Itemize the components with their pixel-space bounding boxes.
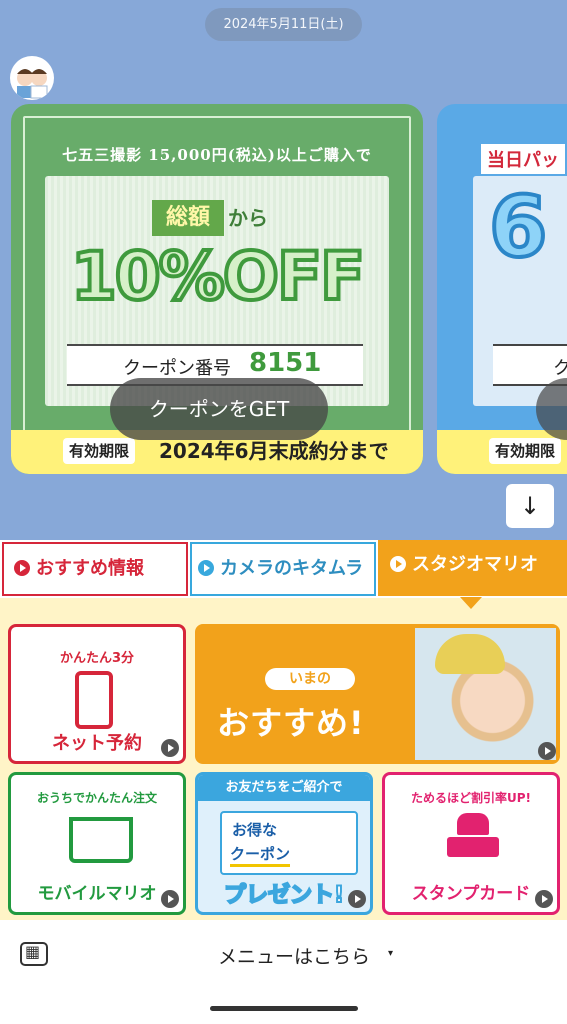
recommend-now-tile[interactable]: いまの おすすめ! <box>195 624 560 764</box>
coupon2-headline: 当日パッ <box>481 144 565 174</box>
tile-subtitle: おうちでかんたん注文 <box>36 791 157 805</box>
tile-subtitle: ためるほど割引率UP! <box>410 791 531 805</box>
footer-bar: メニューはこちら ▾ <box>0 920 567 1024</box>
tab-label: おすすめ情報 <box>36 558 144 579</box>
play-arrow-icon <box>538 742 556 760</box>
coupon2-expiry-bar: 有効期限 <box>437 430 567 474</box>
tile-subtitle: いまの <box>265 668 355 690</box>
stamp-icon <box>457 813 489 835</box>
smartphone-icon <box>75 671 113 729</box>
discount-text: 10%OFF <box>69 236 367 317</box>
shopping-cart-icon <box>69 817 133 863</box>
menu-tabs: おすすめ情報 カメラのキタムラ スタジオマリオ <box>0 540 567 598</box>
play-arrow-icon <box>161 890 179 908</box>
tile-header: お友だちをご紹介で <box>198 775 370 801</box>
coupon-panel: 総額 から 10%OFF クーポン番号 8151 <box>45 176 389 406</box>
play-arrow-icon <box>161 739 179 757</box>
play-arrow-icon <box>348 890 366 908</box>
sender-avatar[interactable] <box>10 56 54 100</box>
tab-studio-mario[interactable]: スタジオマリオ <box>378 540 567 596</box>
coupon2-expiry-tag: 有効期限 <box>489 438 562 464</box>
tile-title: モバイルマリオ <box>37 884 157 904</box>
tile-title: ネット予約 <box>52 733 142 754</box>
mobile-mario-tile[interactable]: おうちでかんたん注文 モバイルマリオ <box>8 772 186 915</box>
tab-camera-kitamura[interactable]: カメラのキタムラ <box>190 542 376 596</box>
play-circle-icon <box>14 559 30 576</box>
coupon-code: 8151 <box>249 348 322 378</box>
rich-menu: おすすめ情報 カメラのキタムラ スタジオマリオ かんたん3分 ネット予約 いまの… <box>0 540 567 920</box>
tab-recommend-info[interactable]: おすすめ情報 <box>2 542 188 596</box>
keyboard-icon[interactable] <box>20 942 48 966</box>
coupon-number-label: クーポン番号 <box>123 358 231 379</box>
friend-referral-tile[interactable]: お友だちをご紹介で お得な クーポン プレゼント! <box>195 772 373 915</box>
play-circle-icon <box>390 555 406 572</box>
chat-area[interactable]: 2024年5月11日(土) 七五三撮影 15,000円(税込)以上ご購入で 総額… <box>0 0 567 540</box>
caret-down-icon[interactable]: ▾ <box>388 948 393 959</box>
play-circle-icon <box>198 559 214 576</box>
total-strong-label: 総額 <box>152 200 224 236</box>
play-arrow-icon <box>535 890 553 908</box>
ticket-line-1: お得な <box>232 821 278 839</box>
tile-title: プレゼント! <box>223 882 345 909</box>
coupon2-big-number: 6 <box>487 176 549 278</box>
tab-label: カメラのキタムラ <box>220 558 364 579</box>
tile-title: スタンプカード <box>411 884 531 904</box>
date-separator: 2024年5月11日(土) <box>205 8 362 41</box>
menu-toggle-label[interactable]: メニューはこちら <box>218 942 370 969</box>
total-from-label: から <box>228 206 268 230</box>
coupon2-number-label: ク <box>553 358 567 379</box>
stamp-card-tile[interactable]: ためるほど割引率UP! スタンプカード <box>382 772 560 915</box>
scroll-down-icon[interactable]: ↓ <box>506 484 554 528</box>
net-reservation-tile[interactable]: かんたん3分 ネット予約 <box>8 624 186 764</box>
home-indicator <box>210 1006 358 1011</box>
tile-subtitle: かんたん3分 <box>59 651 135 666</box>
total-badge: 総額 から <box>152 200 282 236</box>
ticket-line-2: クーポン <box>230 843 291 867</box>
active-tab-pointer <box>460 597 482 609</box>
coupon-ticket-icon: お得な クーポン <box>220 811 358 875</box>
tab-label: スタジオマリオ <box>412 554 538 575</box>
get-coupon-button[interactable]: クーポンをGET <box>110 378 328 440</box>
tile-title: おすすめ! <box>217 704 365 742</box>
coupon-headline: 七五三撮影 15,000円(税込)以上ご購入で <box>62 146 372 164</box>
expiry-tag: 有効期限 <box>63 438 136 464</box>
stamp-base-icon <box>447 837 499 857</box>
